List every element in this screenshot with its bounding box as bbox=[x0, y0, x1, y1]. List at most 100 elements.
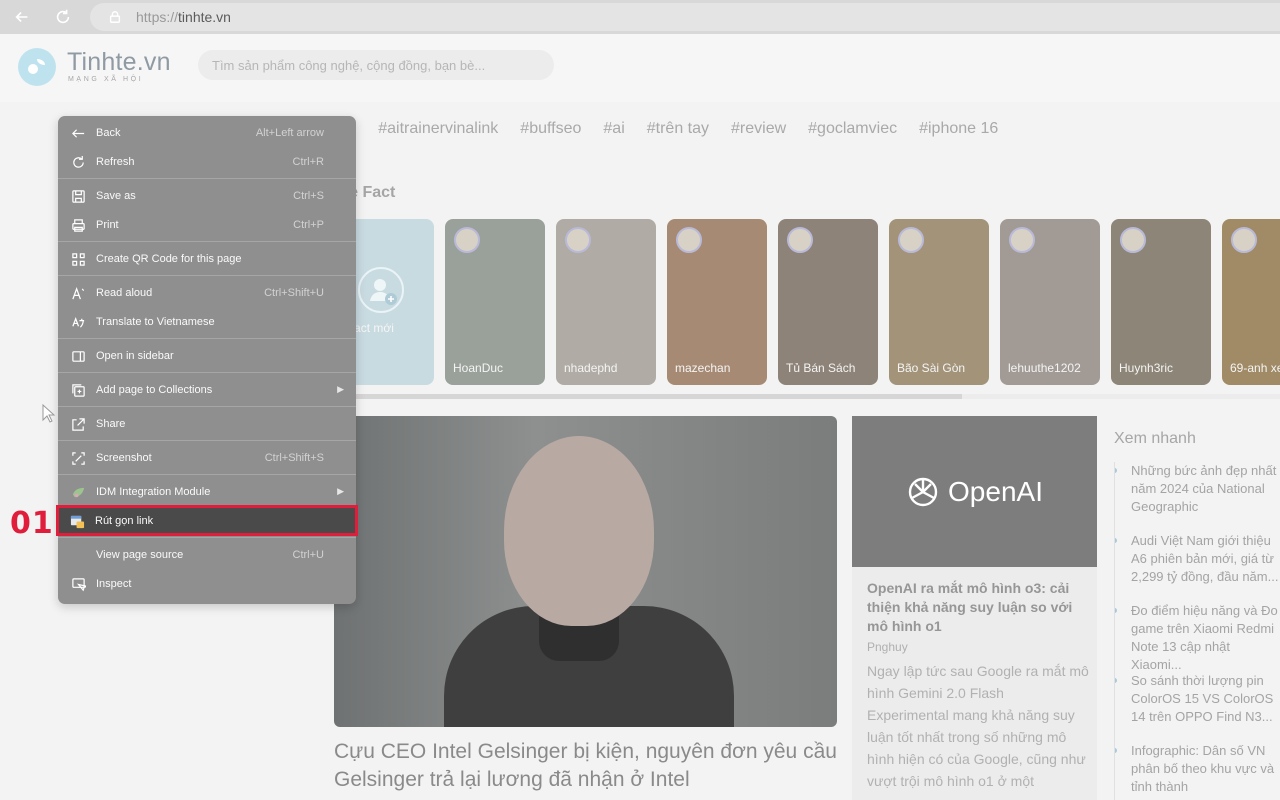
tab-goclamviec[interactable]: #goclamviec bbox=[808, 120, 897, 150]
menu-item-back[interactable]: Back Alt+Left arrow bbox=[58, 118, 356, 147]
menu-item-view-source[interactable]: View page source Ctrl+U bbox=[58, 540, 356, 569]
context-menu: Back Alt+Left arrow Refresh Ctrl+R Save … bbox=[56, 116, 358, 604]
menu-item-label: Translate to Vietnamese bbox=[96, 315, 215, 328]
refresh-icon[interactable] bbox=[51, 6, 75, 28]
card-author[interactable]: Pnghuy bbox=[867, 640, 908, 654]
openai-knot-icon bbox=[908, 477, 938, 506]
story-card[interactable]: Tủ Bán Sách bbox=[778, 219, 878, 385]
list-item[interactable]: So sánh thời lượng pin ColorOS 15 VS Col… bbox=[1115, 672, 1280, 742]
openai-logo: OpenAI bbox=[852, 416, 1097, 567]
shorten-link-icon bbox=[69, 513, 85, 529]
address-bar[interactable]: https://tinhte.vn bbox=[90, 3, 1280, 31]
card-title[interactable]: OpenAI ra mắt mô hình o3: cải thiện khả … bbox=[867, 579, 1087, 636]
chevron-right-icon: ▶ bbox=[337, 384, 344, 394]
story-card[interactable]: Huynh3ric bbox=[1111, 219, 1211, 385]
story-author: nhadephd bbox=[564, 361, 618, 375]
menu-item-shorten-link[interactable]: Rút gọn link bbox=[56, 505, 358, 536]
menu-item-read-aloud[interactable]: Read aloud Ctrl+Shift+U bbox=[58, 278, 356, 307]
story-card[interactable]: lehuuthe1202 bbox=[1000, 219, 1100, 385]
menu-shortcut: Ctrl+R bbox=[292, 155, 324, 168]
menu-item-refresh[interactable]: Refresh Ctrl+R bbox=[58, 147, 356, 176]
story-card[interactable]: HoanDuc bbox=[445, 219, 545, 385]
menu-divider bbox=[58, 275, 356, 276]
story-author: lehuuthe1202 bbox=[1008, 361, 1081, 375]
article-card[interactable]: OpenAI OpenAI ra mắt mô hình o3: cải thi… bbox=[852, 416, 1097, 800]
inspect-icon bbox=[70, 576, 86, 592]
story-author: 69-anh xe bbox=[1230, 361, 1280, 375]
tab-aitrainervinalink[interactable]: #aitrainervinalink bbox=[378, 120, 498, 150]
url-text: https://tinhte.vn bbox=[136, 9, 231, 25]
menu-item-label: Read aloud bbox=[96, 286, 153, 299]
printer-icon bbox=[70, 217, 86, 233]
refresh-icon bbox=[70, 154, 86, 170]
stories-scroll-thumb[interactable] bbox=[334, 394, 962, 399]
menu-item-label: Back bbox=[96, 126, 121, 139]
menu-item-share[interactable]: Share bbox=[58, 409, 356, 438]
tinhte-logo-icon[interactable] bbox=[18, 48, 56, 86]
story-card[interactable]: mazechan bbox=[667, 219, 767, 385]
list-item[interactable]: Infographic: Dân số VN phân bố theo khu … bbox=[1115, 742, 1280, 800]
card-description: Ngay lập tức sau Google ra mắt mô hình G… bbox=[867, 663, 1089, 789]
tab-iphone-16[interactable]: #iphone 16 bbox=[919, 120, 998, 150]
menu-item-save-as[interactable]: Save as Ctrl+S bbox=[58, 181, 356, 210]
menu-item-translate[interactable]: Translate to Vietnamese bbox=[58, 307, 356, 336]
site-logo-text[interactable]: Tinhte.vn bbox=[67, 48, 171, 77]
tab-tren-tay[interactable]: #trên tay bbox=[647, 120, 709, 150]
qr-code-icon bbox=[70, 251, 86, 267]
hero-headline[interactable]: Cựu CEO Intel Gelsinger bị kiện, nguyên … bbox=[334, 738, 837, 794]
menu-item-screenshot[interactable]: Screenshot Ctrl+Shift+S bbox=[58, 443, 356, 472]
stories-scrollbar[interactable] bbox=[334, 394, 1280, 399]
story-card[interactable]: Bão Sài Gòn bbox=[889, 219, 989, 385]
avatar bbox=[787, 227, 813, 253]
menu-item-label: Rút gọn link bbox=[95, 514, 154, 527]
avatar bbox=[1120, 227, 1146, 253]
avatar bbox=[565, 227, 591, 253]
menu-item-label: Create QR Code for this page bbox=[96, 252, 242, 265]
tab-review[interactable]: #review bbox=[731, 120, 786, 150]
back-arrow-icon bbox=[70, 125, 86, 141]
list-item[interactable]: Những bức ảnh đẹp nhất năm 2024 của Nati… bbox=[1115, 462, 1280, 532]
avatar bbox=[454, 227, 480, 253]
story-card[interactable]: 69-anh xe bbox=[1222, 219, 1280, 385]
menu-divider bbox=[58, 537, 356, 538]
search-placeholder: Tìm sản phẩm công nghệ, cộng đồng, bạn b… bbox=[212, 57, 486, 73]
step-number-annotation: 01 bbox=[10, 506, 54, 541]
menu-shortcut: Ctrl+P bbox=[293, 218, 324, 231]
story-card[interactable]: nhadephd bbox=[556, 219, 656, 385]
story-author: HoanDuc bbox=[453, 361, 504, 375]
list-item[interactable]: Đo điểm hiệu năng và Đo game trên Xiaomi… bbox=[1115, 602, 1280, 672]
search-input[interactable]: Tìm sản phẩm công nghệ, cộng đồng, bạn b… bbox=[198, 50, 554, 80]
menu-item-inspect[interactable]: Inspect bbox=[58, 569, 356, 598]
menu-shortcut: Ctrl+S bbox=[293, 189, 324, 202]
story-author: Huynh3ric bbox=[1119, 361, 1174, 375]
hero-article-image[interactable] bbox=[334, 416, 837, 727]
tab-ai[interactable]: #ai bbox=[603, 120, 624, 150]
screenshot-icon bbox=[70, 450, 86, 466]
quick-view-list: Những bức ảnh đẹp nhất năm 2024 của Nati… bbox=[1114, 462, 1280, 800]
menu-shortcut: Alt+Left arrow bbox=[255, 126, 324, 139]
tab-buffseo[interactable]: #buffseo bbox=[520, 120, 581, 150]
menu-item-label: IDM Integration Module bbox=[96, 485, 211, 498]
menu-item-label: View page source bbox=[96, 548, 184, 561]
quick-view-panel: Xem nhanh Những bức ảnh đẹp nhất năm 202… bbox=[1114, 430, 1280, 800]
share-icon bbox=[70, 416, 86, 432]
menu-divider bbox=[58, 406, 356, 407]
menu-item-print[interactable]: Print Ctrl+P bbox=[58, 210, 356, 239]
menu-item-qr-code[interactable]: Create QR Code for this page bbox=[58, 244, 356, 273]
hero-figure-face bbox=[504, 436, 654, 626]
menu-item-idm[interactable]: IDM Integration Module ▶ bbox=[58, 477, 356, 506]
menu-item-label: Screenshot bbox=[96, 451, 152, 464]
browser-toolbar: https://tinhte.vn bbox=[0, 0, 1280, 34]
menu-item-collections[interactable]: Add page to Collections ▶ bbox=[58, 375, 356, 404]
menu-item-label: Inspect bbox=[96, 577, 132, 590]
avatar bbox=[1009, 227, 1035, 253]
list-item[interactable]: Audi Việt Nam giới thiệu A6 phiên bản mớ… bbox=[1115, 532, 1280, 602]
site-logo-subtitle: MẠNG XÃ HỘI bbox=[68, 76, 144, 83]
menu-item-open-sidebar[interactable]: Open in sidebar bbox=[58, 341, 356, 370]
avatar bbox=[676, 227, 702, 253]
menu-divider bbox=[58, 241, 356, 242]
back-arrow-icon[interactable] bbox=[10, 6, 34, 28]
lock-icon bbox=[109, 11, 121, 23]
chevron-right-icon: ▶ bbox=[337, 486, 344, 496]
idm-icon bbox=[70, 484, 86, 500]
